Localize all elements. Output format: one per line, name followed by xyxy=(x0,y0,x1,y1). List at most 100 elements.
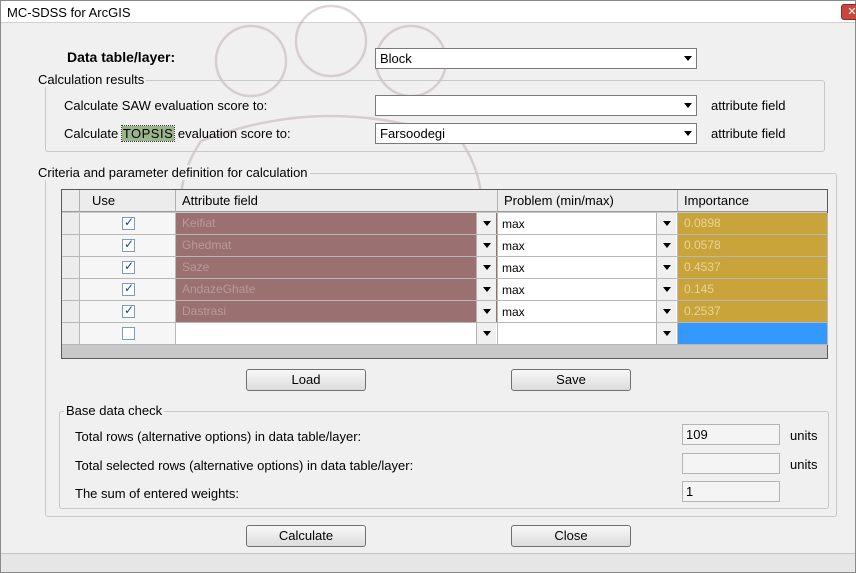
criteria-title: Criteria and parameter definition for ca… xyxy=(36,165,310,180)
use-checkbox[interactable] xyxy=(122,215,135,230)
header-attribute[interactable]: Attribute field xyxy=(176,190,498,212)
use-checkbox[interactable] xyxy=(122,281,135,296)
use-checkbox[interactable] xyxy=(122,237,135,252)
problem-cell[interactable]: max xyxy=(498,235,678,257)
use-cell[interactable] xyxy=(80,301,176,323)
attribute-cell[interactable]: Dastrasi xyxy=(176,301,498,323)
close-icon: ✕ xyxy=(847,6,856,18)
chevron-down-icon[interactable] xyxy=(656,257,676,278)
chevron-down-icon[interactable] xyxy=(656,279,676,300)
topsis-label-suffix: evaluation score to: xyxy=(174,126,291,141)
topsis-suffix: attribute field xyxy=(711,126,786,141)
attribute-cell[interactable]: Saze xyxy=(176,257,498,279)
row-header[interactable] xyxy=(62,257,80,279)
problem-value: max xyxy=(502,217,525,231)
attribute-value: AndazeGhate xyxy=(182,282,256,296)
attribute-cell[interactable]: AndazeGhate xyxy=(176,279,498,301)
save-button[interactable]: Save xyxy=(511,369,631,391)
row-header[interactable] xyxy=(62,213,80,235)
data-table-value: Block xyxy=(380,51,412,66)
chevron-down-icon[interactable] xyxy=(476,323,496,344)
chevron-down-icon[interactable] xyxy=(656,323,676,344)
sum-weights-field: 1 xyxy=(682,481,780,502)
data-table-combo[interactable]: Block xyxy=(375,48,697,69)
importance-cell[interactable]: 0.4537 xyxy=(678,257,828,279)
saw-label: Calculate SAW evaluation score to: xyxy=(64,98,268,113)
attribute-value: Dastrasi xyxy=(182,304,227,318)
attribute-value: Ghedmat xyxy=(182,238,232,252)
use-checkbox[interactable] xyxy=(122,327,135,340)
calculate-button[interactable]: Calculate xyxy=(246,525,366,547)
chevron-down-icon[interactable] xyxy=(656,213,676,234)
selected-rows-field xyxy=(682,453,780,474)
topsis-output-value: Farsoodegi xyxy=(380,126,446,141)
data-table-label: Data table/layer: xyxy=(67,49,176,65)
importance-value: 0.2537 xyxy=(684,304,721,318)
use-checkbox[interactable] xyxy=(122,259,135,274)
topsis-output-combo[interactable]: Farsoodegi xyxy=(375,123,697,144)
chevron-down-icon[interactable] xyxy=(656,235,676,256)
problem-cell[interactable]: max xyxy=(498,301,678,323)
importance-cell[interactable]: 0.0898 xyxy=(678,213,828,235)
use-cell[interactable] xyxy=(80,323,176,345)
topsis-label: Calculate TOPSIS evaluation score to: xyxy=(64,125,291,142)
use-checkbox[interactable] xyxy=(122,303,135,318)
title-bar: MC-SDSS for ArcGIS ✕ xyxy=(1,1,856,23)
base-data-check-title: Base data check xyxy=(64,403,165,418)
main-window: MC-SDSS for ArcGIS ✕ Data table/layer: B… xyxy=(0,0,856,573)
total-rows-units: units xyxy=(790,428,818,443)
use-cell[interactable] xyxy=(80,279,176,301)
chevron-down-icon[interactable] xyxy=(476,235,496,256)
use-cell[interactable] xyxy=(80,235,176,257)
header-use[interactable]: Use xyxy=(80,190,176,212)
row-header[interactable] xyxy=(62,323,80,345)
problem-cell[interactable]: max xyxy=(498,279,678,301)
load-button[interactable]: Load xyxy=(246,369,366,391)
problem-value: max xyxy=(502,283,525,297)
close-button[interactable]: Close xyxy=(511,525,631,547)
importance-value: 0.4537 xyxy=(684,260,721,274)
close-window-button[interactable]: ✕ xyxy=(841,4,856,20)
importance-value: 0.0578 xyxy=(684,238,721,252)
row-header[interactable] xyxy=(62,235,80,257)
chevron-down-icon[interactable] xyxy=(684,131,692,136)
saw-output-combo[interactable] xyxy=(375,95,697,116)
total-rows-label: Total rows (alternative options) in data… xyxy=(75,429,362,444)
chevron-down-icon[interactable] xyxy=(476,257,496,278)
importance-cell[interactable] xyxy=(678,323,828,345)
importance-cell[interactable]: 0.0578 xyxy=(678,235,828,257)
use-cell[interactable] xyxy=(80,213,176,235)
attribute-value: Keifiat xyxy=(182,216,216,230)
total-rows-value: 109 xyxy=(686,427,708,442)
chevron-down-icon[interactable] xyxy=(476,279,496,300)
grid-header: Use Attribute field Problem (min/max) Im… xyxy=(62,190,827,212)
calculation-results-title: Calculation results xyxy=(36,72,147,87)
header-importance[interactable]: Importance xyxy=(678,190,828,212)
chevron-down-icon[interactable] xyxy=(476,301,496,322)
problem-cell[interactable] xyxy=(498,323,678,345)
use-cell[interactable] xyxy=(80,257,176,279)
problem-cell[interactable]: max xyxy=(498,257,678,279)
chevron-down-icon[interactable] xyxy=(476,213,496,234)
problem-cell[interactable]: max xyxy=(498,213,678,235)
attribute-value: Saze xyxy=(182,260,210,274)
chevron-down-icon[interactable] xyxy=(656,301,676,322)
topsis-label-highlight: TOPSIS xyxy=(120,125,176,142)
attribute-cell[interactable] xyxy=(176,323,498,345)
row-header[interactable] xyxy=(62,279,80,301)
header-problem[interactable]: Problem (min/max) xyxy=(498,190,678,212)
problem-value: max xyxy=(502,261,525,275)
problem-value: max xyxy=(502,305,525,319)
total-rows-field: 109 xyxy=(682,424,780,445)
attribute-cell[interactable]: Ghedmat xyxy=(176,235,498,257)
attribute-cell[interactable]: Keifiat xyxy=(176,213,498,235)
importance-cell[interactable]: 0.145 xyxy=(678,279,828,301)
selected-rows-label: Total selected rows (alternative options… xyxy=(75,458,414,473)
chevron-down-icon[interactable] xyxy=(684,103,692,108)
saw-suffix: attribute field xyxy=(711,98,786,113)
sum-weights-label: The sum of entered weights: xyxy=(75,486,240,501)
chevron-down-icon[interactable] xyxy=(684,56,692,61)
sum-weights-value: 1 xyxy=(686,484,694,499)
importance-cell[interactable]: 0.2537 xyxy=(678,301,828,323)
row-header[interactable] xyxy=(62,301,80,323)
